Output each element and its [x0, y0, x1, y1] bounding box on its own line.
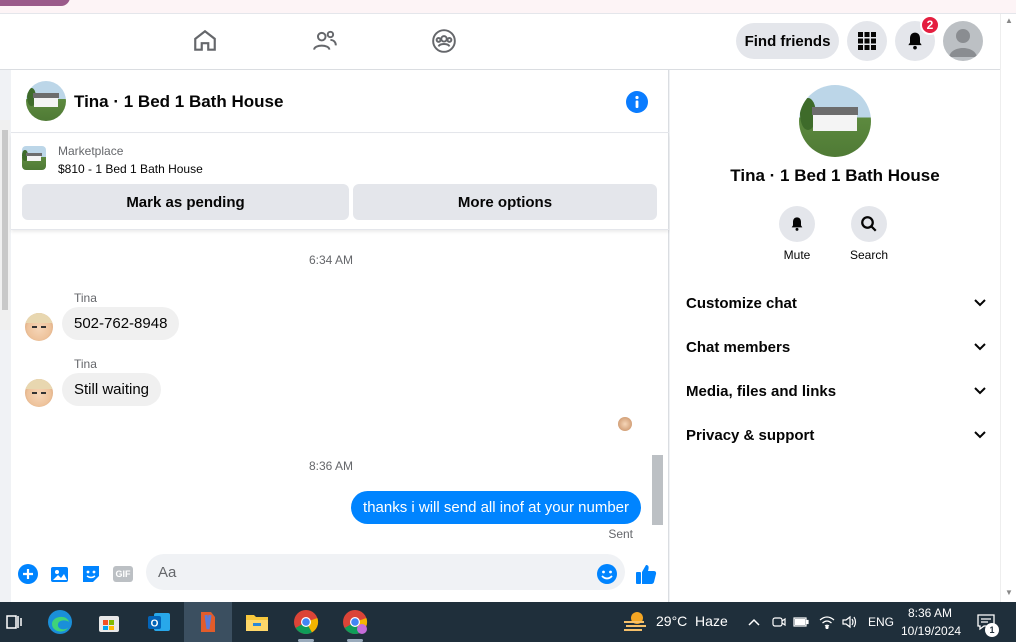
- mute-label: Mute: [783, 248, 811, 262]
- listing-thumbnail[interactable]: [22, 146, 46, 170]
- listing-price-title[interactable]: $810 - 1 Bed 1 Bath House: [58, 162, 203, 176]
- privacy-support-row[interactable]: Privacy & support: [686, 417, 986, 453]
- message-bubble-incoming[interactable]: 502-762-8948: [62, 307, 180, 340]
- weather-text: 29°C Haze: [656, 613, 728, 629]
- message-bubble-outgoing[interactable]: thanks i will send all inof at your numb…: [351, 491, 641, 524]
- thumbs-up-icon[interactable]: [635, 563, 657, 585]
- clock-date[interactable]: 10/19/2024: [901, 624, 961, 638]
- language-indicator[interactable]: ENG: [868, 615, 894, 629]
- chat-details-panel: Tina · 1 Bed 1 Bath House Mute Search Cu…: [670, 70, 1000, 602]
- chat-header: Tina · 1 Bed 1 Bath House: [11, 70, 669, 133]
- chevron-down-icon: [974, 299, 986, 307]
- plus-circle-icon[interactable]: [17, 563, 39, 585]
- chevron-down-icon: [974, 387, 986, 395]
- weather-widget[interactable]: 29°C Haze: [622, 610, 728, 632]
- tina-avatar[interactable]: [25, 379, 53, 407]
- more-options-button[interactable]: More options: [353, 184, 657, 220]
- windows-taskbar: O 29°C Haze ENG 8:36 AM 10/19/2024 1: [0, 602, 1016, 642]
- photo-icon[interactable]: [49, 563, 71, 585]
- page-scrollbar[interactable]: ▲ ▼: [1000, 14, 1016, 602]
- emoji-icon[interactable]: [596, 563, 618, 585]
- section-label: Privacy & support: [686, 426, 815, 444]
- chevron-down-icon: [974, 431, 986, 439]
- chevron-down-icon: [974, 343, 986, 351]
- action-center-count-badge: 1: [985, 623, 999, 637]
- search-button[interactable]: Search: [841, 206, 897, 262]
- battery-icon[interactable]: [792, 608, 810, 636]
- composer: GIF: [11, 546, 669, 602]
- chrome-icon[interactable]: [292, 608, 320, 636]
- listing-avatar[interactable]: [26, 81, 66, 121]
- find-friends-button[interactable]: Find friends: [736, 23, 839, 59]
- menu-grid-icon[interactable]: [847, 21, 887, 61]
- outlook-icon[interactable]: O: [145, 608, 173, 636]
- sticker-icon[interactable]: [80, 563, 102, 585]
- scroll-up-arrow-icon[interactable]: ▲: [1005, 16, 1013, 25]
- volume-icon[interactable]: [841, 608, 859, 636]
- message-bubble-incoming[interactable]: Still waiting: [62, 373, 162, 406]
- wifi-icon[interactable]: [818, 608, 836, 636]
- left-scrollbar[interactable]: [0, 120, 10, 330]
- section-label: Customize chat: [686, 294, 797, 312]
- message-list: 6:34 AM Tina 502-762-8948 Tina Still wai…: [11, 231, 651, 546]
- scroll-down-arrow-icon[interactable]: ▼: [1005, 588, 1013, 597]
- mark-as-pending-button[interactable]: Mark as pending: [22, 184, 349, 220]
- customize-chat-row[interactable]: Customize chat: [686, 285, 986, 321]
- groups-icon[interactable]: [429, 26, 459, 56]
- timestamp: 6:34 AM: [308, 253, 354, 267]
- details-title: Tina · 1 Bed 1 Bath House: [730, 166, 940, 185]
- chrome-profile-icon[interactable]: [341, 608, 369, 636]
- chat-title[interactable]: Tina · 1 Bed 1 Bath House: [74, 92, 283, 112]
- tina-avatar[interactable]: [25, 313, 53, 341]
- task-view-icon[interactable]: [0, 608, 28, 636]
- sender-name: Tina: [74, 357, 97, 371]
- haze-icon: [624, 612, 646, 631]
- notification-count-badge: 2: [920, 15, 940, 35]
- top-navbar: Find friends 2: [0, 14, 1000, 70]
- svg-text:O: O: [151, 619, 159, 630]
- marketplace-bar: Marketplace $810 - 1 Bed 1 Bath House Ma…: [11, 134, 669, 230]
- sender-name: Tina: [74, 291, 97, 305]
- search-label: Search: [849, 248, 889, 262]
- mute-button[interactable]: Mute: [769, 206, 825, 262]
- browser-top-strip: [0, 0, 1016, 14]
- seen-indicator-avatar: [618, 417, 632, 431]
- message-input[interactable]: [146, 554, 625, 590]
- section-label: Media, files and links: [686, 382, 837, 400]
- message-scrollbar[interactable]: [651, 235, 665, 543]
- friends-icon[interactable]: [310, 26, 340, 56]
- gif-icon[interactable]: GIF: [112, 563, 134, 585]
- edge-icon[interactable]: [46, 608, 74, 636]
- meet-now-icon[interactable]: [770, 608, 788, 636]
- home-icon[interactable]: [190, 26, 220, 56]
- microsoft-store-icon[interactable]: [95, 608, 123, 636]
- listing-avatar-large[interactable]: [799, 85, 871, 157]
- timestamp: 8:36 AM: [308, 459, 354, 473]
- clock-time[interactable]: 8:36 AM: [908, 606, 952, 620]
- profile-avatar[interactable]: [943, 21, 983, 61]
- marketplace-label: Marketplace: [58, 144, 124, 158]
- media-files-links-row[interactable]: Media, files and links: [686, 373, 986, 409]
- chat-panel: Tina · 1 Bed 1 Bath House Marketplace $8…: [11, 70, 669, 602]
- app-icon-active[interactable]: [194, 608, 222, 636]
- chevron-up-icon[interactable]: [744, 608, 764, 636]
- info-icon[interactable]: [626, 91, 648, 113]
- section-label: Chat members: [686, 338, 791, 356]
- file-explorer-icon[interactable]: [243, 608, 271, 636]
- message-status: Sent: [608, 527, 633, 541]
- tab-pill[interactable]: [0, 0, 70, 6]
- chat-members-row[interactable]: Chat members: [686, 329, 986, 365]
